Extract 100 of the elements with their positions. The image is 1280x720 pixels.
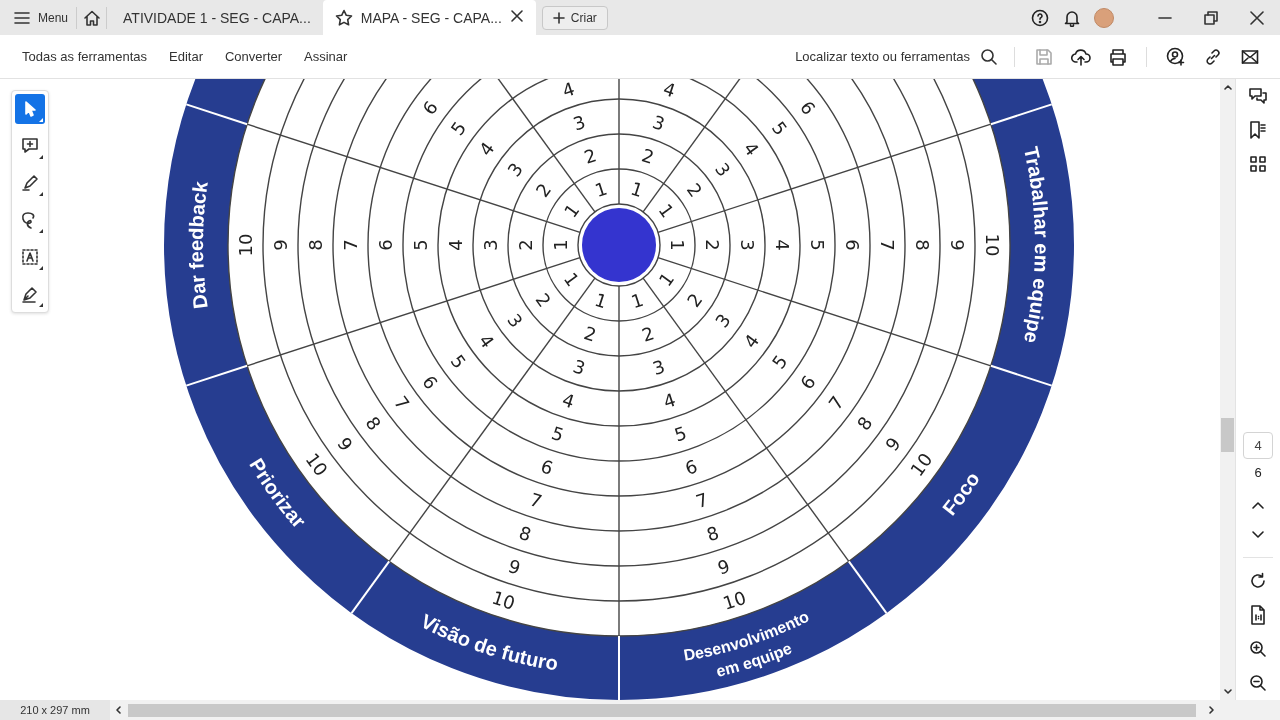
scale-number: 5: [767, 350, 792, 373]
scale-number: 4: [474, 330, 499, 352]
scale-number: 3: [650, 355, 668, 379]
bookmark-icon[interactable]: [1248, 120, 1268, 141]
find-button[interactable]: Localizar texto ou ferramentas: [789, 46, 1004, 67]
thumbnails-icon[interactable]: [1249, 155, 1267, 174]
close-icon[interactable]: [1250, 10, 1264, 25]
toolbar-menu[interactable]: Converter: [225, 45, 283, 68]
scale-number: 4: [739, 138, 764, 160]
scale-number: 7: [389, 392, 414, 414]
scale-number: 4: [772, 239, 793, 251]
scale-number: 2: [515, 239, 536, 251]
scale-number: 2: [581, 144, 599, 168]
scale-number: 9: [505, 555, 524, 579]
scale-number: 7: [340, 239, 361, 251]
scale-number: 6: [418, 96, 442, 119]
share-person-icon[interactable]: [1165, 46, 1186, 67]
scale-number: 8: [704, 521, 722, 546]
chevron-up-icon[interactable]: [1251, 500, 1265, 511]
scrollbar-thumb[interactable]: [1221, 418, 1234, 452]
scale-number: 10: [301, 449, 333, 480]
bell-icon[interactable]: [1063, 8, 1081, 27]
scale-number: 10: [905, 449, 937, 480]
toolbar-menu[interactable]: Editar: [169, 45, 203, 68]
chevron-up-icon[interactable]: [1222, 83, 1233, 91]
chevron-right-icon[interactable]: [1208, 705, 1216, 715]
scale-number: 4: [660, 388, 679, 413]
scale-number: 5: [548, 422, 567, 446]
zoom-out-icon[interactable]: [1249, 673, 1267, 692]
scale-number: 8: [912, 239, 933, 251]
scale-number: 4: [445, 239, 466, 251]
scale-number: 10: [982, 233, 1003, 257]
scale-number: 3: [737, 239, 758, 251]
page-count: 6: [1254, 464, 1262, 480]
scale-number: 10: [235, 233, 256, 257]
pen-nib-icon: [20, 284, 40, 304]
home-icon: [83, 8, 102, 27]
menu-button[interactable]: Menu: [0, 3, 77, 32]
close-icon[interactable]: [509, 9, 524, 23]
page-number-field[interactable]: 4: [1243, 432, 1273, 459]
scale-number: 4: [559, 79, 578, 102]
fit-page-icon[interactable]: [1249, 604, 1267, 625]
scale-number: 5: [767, 117, 792, 140]
chevron-down-icon[interactable]: [1251, 530, 1265, 541]
scale-number: 9: [714, 555, 733, 579]
scale-number: 2: [531, 289, 556, 311]
scale-number: 10: [720, 586, 749, 614]
scale-number: 1: [592, 288, 610, 313]
scale-number: 7: [527, 488, 545, 513]
help-icon[interactable]: [1031, 8, 1049, 27]
vertical-scrollbar[interactable]: [1220, 79, 1235, 700]
scale-number: 2: [581, 322, 599, 346]
scale-number: 2: [639, 144, 657, 168]
scale-number: 1: [559, 199, 584, 222]
chevron-left-icon[interactable]: [114, 705, 122, 715]
scale-number: 6: [538, 455, 556, 479]
page-size-label: 210 x 297 mm: [0, 700, 110, 720]
print-icon[interactable]: [1107, 47, 1128, 66]
chevron-down-icon[interactable]: [1222, 688, 1233, 696]
rotate-icon[interactable]: [1249, 571, 1267, 590]
scale-number: 3: [570, 355, 588, 379]
create-button[interactable]: Criar: [541, 5, 608, 30]
scale-number: 4: [739, 330, 764, 352]
menu-icon: [14, 10, 30, 25]
search-icon: [980, 47, 998, 66]
scale-number: 6: [682, 455, 700, 479]
scale-number: 9: [333, 433, 357, 455]
star-icon: [334, 8, 353, 27]
mail-icon[interactable]: [1240, 48, 1259, 65]
scale-number: 3: [711, 158, 735, 181]
scale-number: 3: [650, 111, 668, 135]
scale-number: 5: [807, 239, 828, 251]
plus-icon: [552, 11, 565, 24]
scale-number: 2: [682, 289, 707, 311]
scale-number: 6: [842, 239, 863, 251]
scale-number: 3: [711, 309, 735, 332]
scale-number: 1: [628, 288, 646, 313]
toolbar-menu[interactable]: Todas as ferramentas: [22, 45, 147, 68]
scale-number: 6: [418, 371, 442, 394]
scale-number: 2: [639, 322, 657, 346]
scale-number: 5: [410, 239, 431, 251]
zoom-in-icon[interactable]: [1249, 639, 1267, 658]
toolbar-menu[interactable]: Assinar: [304, 45, 348, 68]
scale-number: 1: [559, 268, 584, 291]
scale-number: 2: [702, 239, 723, 251]
comment-add-icon: [20, 136, 40, 156]
document-tab[interactable]: MAPA - SEG - CAPA...: [322, 0, 536, 35]
link-icon[interactable]: [1203, 47, 1222, 66]
scale-number: 6: [796, 96, 820, 119]
scale-number: 2: [682, 179, 707, 201]
comments-icon[interactable]: [1248, 86, 1268, 107]
document-tab[interactable]: ATIVIDADE 1 - SEG - CAPA...: [111, 0, 323, 35]
restore-icon[interactable]: [1204, 10, 1218, 25]
scale-number: 3: [480, 239, 501, 251]
scale-number: 7: [877, 239, 898, 251]
scale-number: 5: [446, 350, 471, 373]
scale-number: 4: [474, 138, 499, 160]
cloud-upload-icon[interactable]: [1070, 47, 1091, 66]
scale-number: 1: [592, 177, 610, 202]
highlighter-icon: [20, 173, 40, 193]
